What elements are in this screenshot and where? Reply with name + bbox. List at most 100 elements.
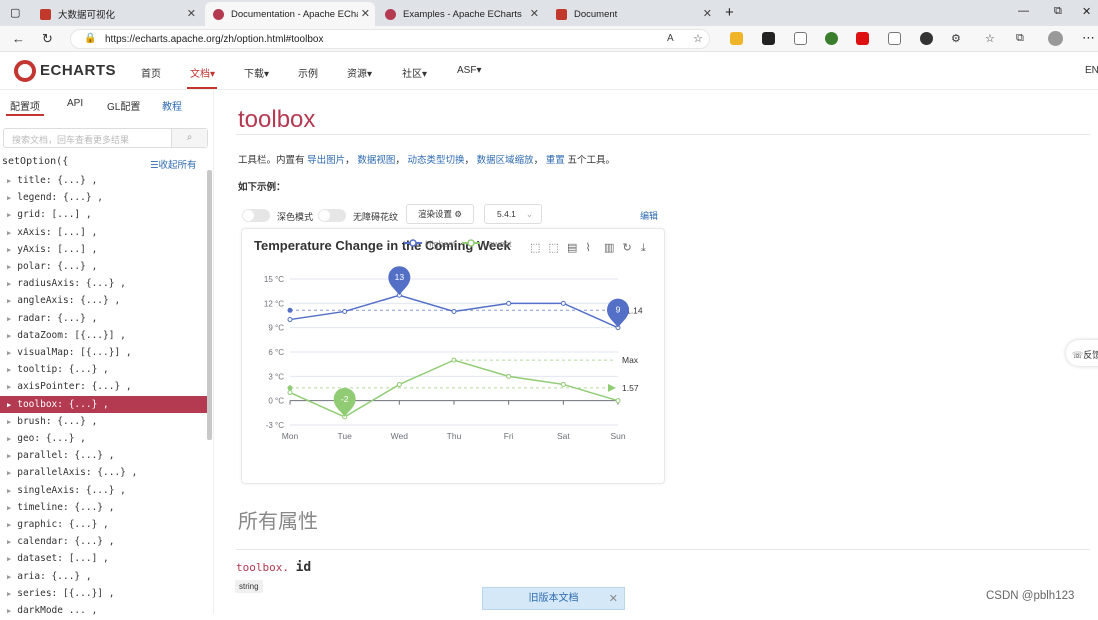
tree-item[interactable]: ▶ darkMode ... , (0, 602, 207, 619)
nav-home[interactable]: 首页 (141, 65, 161, 80)
tab-tutorial[interactable]: 教程 (162, 98, 182, 113)
tree-item[interactable]: ▶ brush: {...} , (0, 413, 207, 430)
echarts-logo-icon[interactable] (14, 60, 36, 82)
extension-icon[interactable] (794, 32, 807, 45)
tree-item[interactable]: ▶ radiusAxis: {...} , (0, 275, 207, 292)
expand-arrow-icon[interactable]: ▶ (7, 573, 11, 581)
tree-item[interactable]: ▶ title: {...} , (0, 172, 207, 189)
tree-item[interactable]: ▶ timeline: {...} , (0, 499, 207, 516)
link-data-view[interactable]: 数据视图 (357, 155, 395, 166)
version-select[interactable]: 5.4.1 ⌄ (484, 204, 542, 224)
expand-arrow-icon[interactable]: ▶ (7, 211, 11, 219)
tree-item[interactable]: ▶ grid: [...] , (0, 206, 207, 223)
expand-arrow-icon[interactable]: ▶ (7, 297, 11, 305)
tree-item[interactable]: ▶ geo: {...} , (0, 430, 207, 447)
tree-item[interactable]: ▶ aria: {...} , (0, 568, 207, 585)
close-tab-icon[interactable]: ✕ (703, 7, 712, 20)
tab-actions-icon[interactable]: ▢ (10, 6, 20, 19)
tree-item[interactable]: ▶ visualMap: [{...}] , (0, 344, 207, 361)
expand-arrow-icon[interactable]: ▶ (7, 366, 11, 374)
tree-item[interactable]: ▶ toolbox: {...} , (0, 395, 207, 413)
edit-link[interactable]: 编辑 (640, 209, 658, 222)
sidebar-scrollbar[interactable] (207, 170, 212, 440)
favorite-icon[interactable]: ☆ (693, 32, 703, 45)
expand-arrow-icon[interactable]: ▶ (7, 315, 11, 323)
expand-arrow-icon[interactable]: ▶ (7, 177, 11, 185)
close-tab-icon[interactable]: ✕ (530, 7, 539, 20)
expand-arrow-icon[interactable]: ▶ (7, 452, 11, 460)
feedback-button[interactable]: ☏反馈 (1066, 340, 1098, 366)
tree-item[interactable]: ▶ xAxis: [...] , (0, 224, 207, 241)
property-id[interactable]: id (296, 560, 312, 575)
tree-item[interactable]: ▶ graphic: {...} , (0, 516, 207, 533)
tree-item[interactable]: ▶ legend: {...} , (0, 189, 207, 206)
tree-item[interactable]: ▶ dataset: [...] , (0, 550, 207, 567)
nav-docs[interactable]: 文档▾ (190, 65, 215, 80)
expand-arrow-icon[interactable]: ▶ (7, 590, 11, 598)
browser-tab-active[interactable]: Documentation - Apache EChart ✕ (205, 2, 375, 26)
tree-item[interactable]: ▶ radar: {...} , (0, 310, 207, 327)
tree-item[interactable]: ▶ yAxis: [...] , (0, 241, 207, 258)
old-version-banner[interactable]: 旧版本文档 ✕ (482, 587, 625, 610)
extension-icon[interactable] (825, 32, 838, 45)
tab-option[interactable]: 配置项 (10, 98, 40, 113)
url-field[interactable]: 🔒 https://echarts.apache.org/zh/option.h… (70, 29, 710, 49)
extension-icon[interactable] (856, 32, 869, 45)
expand-arrow-icon[interactable]: ▶ (7, 555, 11, 563)
nav-download[interactable]: 下载▾ (244, 65, 269, 80)
refresh-icon[interactable]: ↻ (42, 31, 53, 47)
more-icon[interactable]: ⋯ (1082, 30, 1095, 46)
tree-item[interactable]: ▶ tooltip: {...} , (0, 361, 207, 378)
browser-tab[interactable]: Document ✕ (548, 2, 720, 26)
expand-arrow-icon[interactable]: ▶ (7, 469, 11, 477)
dark-mode-toggle[interactable] (242, 209, 270, 222)
nav-asf[interactable]: ASF▾ (457, 65, 481, 76)
expand-arrow-icon[interactable]: ▶ (7, 538, 11, 546)
tree-item[interactable]: ▶ angleAxis: {...} , (0, 292, 207, 309)
minimize-icon[interactable]: — (1018, 5, 1029, 17)
search-icon[interactable]: ⌕ (171, 129, 207, 147)
expand-arrow-icon[interactable]: ▶ (7, 229, 11, 237)
collapse-all-button[interactable]: ☰收起所有 (150, 157, 197, 171)
expand-arrow-icon[interactable]: ▶ (7, 280, 11, 288)
tree-item[interactable]: ▶ parallelAxis: {...} , (0, 464, 207, 481)
link-magic-type[interactable]: 动态类型切换 (407, 155, 464, 166)
close-tab-icon[interactable]: ✕ (357, 7, 370, 20)
nav-resources[interactable]: 资源▾ (347, 65, 372, 80)
close-icon[interactable]: ✕ (609, 588, 618, 610)
expand-arrow-icon[interactable]: ▶ (7, 521, 11, 529)
tab-api[interactable]: API (67, 98, 83, 109)
browser-tab[interactable]: 大数据可视化 ✕ (32, 2, 204, 26)
search-input[interactable]: 搜索文档，回车查看更多结果 ⌕ (3, 128, 208, 148)
link-save-image[interactable]: 导出图片 (307, 155, 345, 166)
read-aloud-icon[interactable]: A (667, 33, 674, 44)
close-window-icon[interactable]: ✕ (1082, 5, 1091, 18)
restore-icon[interactable]: ⧉ (1054, 5, 1062, 18)
expand-arrow-icon[interactable]: ▶ (7, 487, 11, 495)
new-tab-icon[interactable]: + (725, 4, 734, 21)
browser-tab[interactable]: Examples - Apache ECharts ✕ (377, 2, 547, 26)
expand-arrow-icon[interactable]: ▶ (7, 504, 11, 512)
expand-arrow-icon[interactable]: ▶ (7, 332, 11, 340)
expand-arrow-icon[interactable]: ▶ (7, 349, 11, 357)
expand-arrow-icon[interactable]: ▶ (7, 246, 11, 254)
language-switch[interactable]: EN (1085, 65, 1098, 76)
expand-arrow-icon[interactable]: ▶ (7, 383, 11, 391)
tree-item[interactable]: ▶ dataZoom: [{...}] , (0, 327, 207, 344)
tree-item[interactable]: ▶ polar: {...} , (0, 258, 207, 275)
back-icon[interactable]: ← (12, 31, 25, 46)
close-tab-icon[interactable]: ✕ (187, 7, 196, 20)
expand-arrow-icon[interactable]: ▶ (7, 263, 11, 271)
render-settings-button[interactable]: 渲染设置 ⚙ (406, 204, 474, 224)
tree-item[interactable]: ▶ series: [{...}] , (0, 585, 207, 602)
expand-arrow-icon[interactable]: ▶ (7, 435, 11, 443)
favorites-icon[interactable]: ☆ (985, 32, 995, 45)
tree-item[interactable]: ▶ calendar: {...} , (0, 533, 207, 550)
link-data-zoom[interactable]: 数据区域缩放 (477, 155, 534, 166)
expand-arrow-icon[interactable]: ▶ (7, 418, 11, 426)
tab-gl[interactable]: GL配置 (107, 98, 140, 113)
tree-item[interactable]: ▶ parallel: {...} , (0, 447, 207, 464)
extension-icon[interactable] (888, 32, 901, 45)
profile-avatar[interactable] (1048, 31, 1063, 46)
expand-arrow-icon[interactable]: ▶ (7, 401, 11, 409)
